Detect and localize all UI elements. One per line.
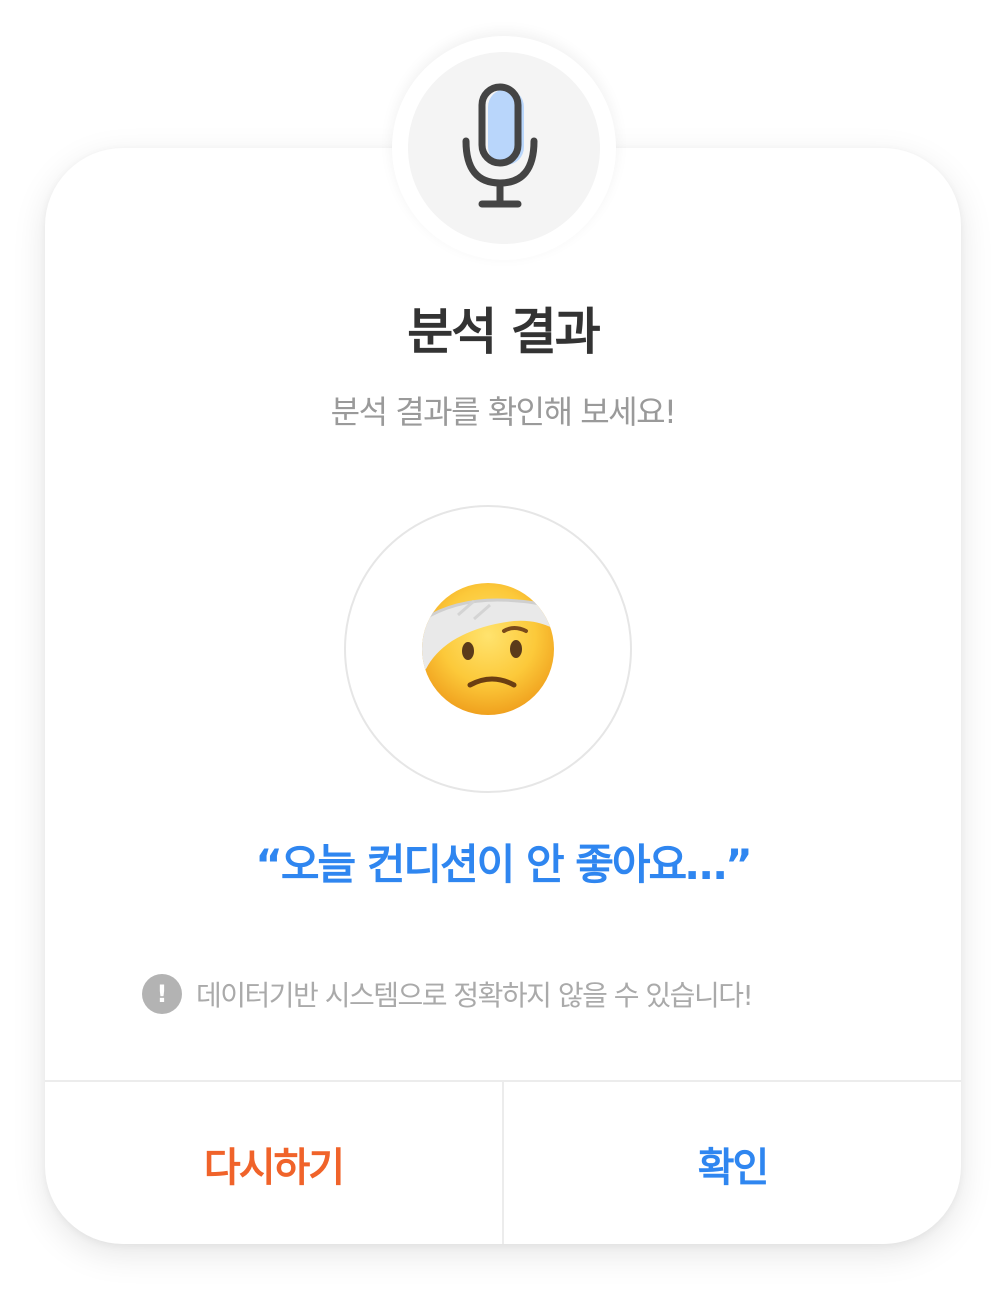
dialog-footer: 다시하기 확인 — [45, 1080, 961, 1244]
confirm-button[interactable]: 확인 — [502, 1082, 961, 1244]
accuracy-notice: ! 데이터기반 시스템으로 정확하지 않을 수 있습니다! — [142, 972, 754, 1016]
mic-badge — [408, 52, 600, 244]
result-emoji-frame — [344, 505, 632, 793]
face-with-head-bandage-icon — [422, 583, 554, 715]
retry-button[interactable]: 다시하기 — [45, 1082, 502, 1244]
result-quote: “오늘 컨디션이 안 좋아요…” — [255, 840, 752, 889]
analysis-result-screen: 다시하기 확인 분석 결과 분석 결과를 확인해 보세요! “오늘 컨디션이 안… — [0, 0, 1006, 1299]
exclamation-icon: ! — [142, 974, 182, 1014]
dialog-subtitle: 분석 결과를 확인해 보세요! — [330, 393, 677, 431]
microphone-icon — [462, 83, 538, 208]
dialog-title: 분석 결과 — [407, 303, 600, 361]
notice-text: 데이터기반 시스템으로 정확하지 않을 수 있습니다! — [196, 979, 754, 1012]
